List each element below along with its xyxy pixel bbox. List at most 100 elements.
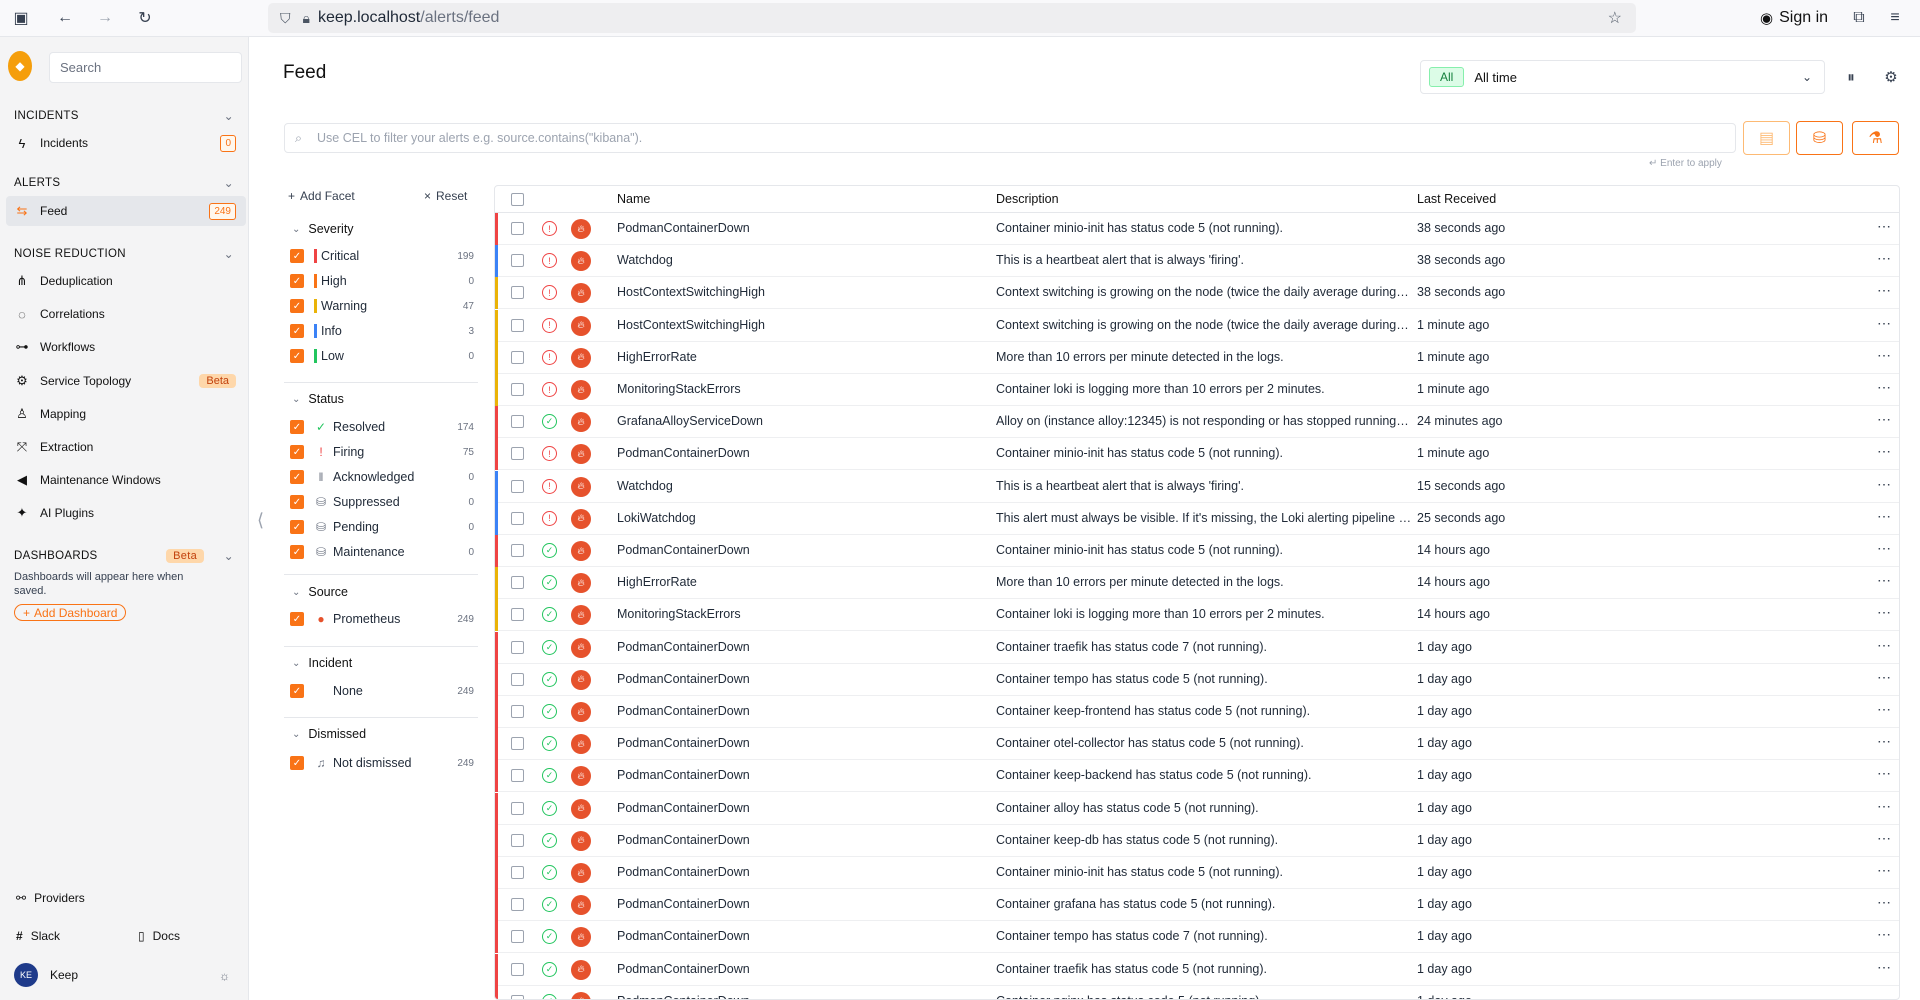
menu-icon[interactable]: ≡: [1882, 5, 1908, 31]
row-checkbox[interactable]: [511, 350, 524, 364]
more-actions-icon[interactable]: ⋯: [1877, 218, 1892, 235]
table-row[interactable]: ✓ 🔥︎ PodmanContainerDown Container keep-fro…: [495, 696, 1899, 728]
reset-facets-button[interactable]: × Reset: [424, 189, 467, 203]
more-actions-icon[interactable]: ⋯: [1877, 315, 1892, 332]
row-checkbox[interactable]: [511, 318, 524, 332]
facet-option[interactable]: ✓ None 249: [290, 680, 476, 702]
row-checkbox[interactable]: [511, 415, 524, 429]
more-actions-icon[interactable]: ⋯: [1877, 637, 1892, 654]
search-input[interactable]: Search: [49, 52, 242, 83]
saved-presets-button[interactable]: ⛁: [1796, 121, 1843, 155]
table-row[interactable]: ! 🔥︎ HostContextSwitchingHigh Context switc…: [495, 309, 1899, 342]
time-range-select[interactable]: All All time ⌄: [1420, 60, 1825, 94]
row-checkbox[interactable]: [511, 769, 524, 783]
checkbox-checked[interactable]: ✓: [290, 299, 304, 313]
checkbox-checked[interactable]: ✓: [290, 274, 304, 288]
row-checkbox[interactable]: [511, 608, 524, 622]
more-actions-icon[interactable]: ⋯: [1877, 379, 1892, 396]
row-checkbox[interactable]: [511, 222, 524, 235]
bookmark-star-icon[interactable]: ☆: [1608, 8, 1622, 28]
table-row[interactable]: ✓ 🔥︎ PodmanContainerDown Container minio-in…: [495, 535, 1899, 567]
sign-in-button[interactable]: ◉ Sign in: [1752, 5, 1836, 31]
sidebar-item-deduplication[interactable]: ⋔ Deduplication: [0, 266, 246, 296]
sidebar-item-maintenance-windows[interactable]: ◀ Maintenance Windows: [0, 465, 246, 495]
checkbox-checked[interactable]: ✓: [290, 445, 304, 459]
address-bar[interactable]: ⛉ 🔒︎ keep.localhost/alerts/feed ☆: [268, 3, 1636, 33]
more-actions-icon[interactable]: ⋯: [1877, 765, 1892, 782]
checkbox-checked[interactable]: ✓: [290, 495, 304, 509]
add-dashboard-button[interactable]: + Add Dashboard: [14, 604, 127, 621]
row-checkbox[interactable]: [511, 511, 524, 525]
add-facet-button[interactable]: + Add Facet: [288, 189, 355, 203]
sidebar-item-mapping[interactable]: ♙ Mapping: [0, 399, 246, 429]
row-checkbox[interactable]: [511, 930, 524, 944]
more-actions-icon[interactable]: ⋯: [1877, 604, 1892, 621]
row-checkbox[interactable]: [511, 898, 524, 912]
facet-option[interactable]: ✓ ♫ Not dismissed 249: [290, 752, 476, 774]
checkbox-checked[interactable]: ✓: [290, 756, 304, 770]
more-actions-icon[interactable]: ⋯: [1877, 669, 1892, 686]
providers-link[interactable]: ⚯ Providers: [16, 891, 85, 905]
checkbox-checked[interactable]: ✓: [290, 612, 304, 626]
column-header-description[interactable]: Description: [996, 192, 1059, 206]
more-actions-icon[interactable]: ⋯: [1877, 830, 1892, 847]
row-checkbox[interactable]: [511, 994, 524, 999]
facet-option[interactable]: ✓ ⛁ Suppressed 0: [290, 491, 476, 513]
sidebar-item-ai-plugins[interactable]: ✦ AI Plugins: [0, 498, 246, 528]
table-row[interactable]: ✓ 🔥︎ PodmanContainerDown Container keep-bac…: [495, 760, 1899, 793]
table-row[interactable]: ✓ 🔥︎ PodmanContainerDown Container alloy ha…: [495, 792, 1899, 825]
ai-explore-button[interactable]: ⚗: [1852, 121, 1899, 155]
time-all-pill[interactable]: All: [1429, 67, 1465, 87]
more-actions-icon[interactable]: ⋯: [1877, 798, 1892, 815]
incidents-section-header[interactable]: INCIDENTS ⌄: [14, 109, 234, 123]
facet-group-incident[interactable]: ⌄ Incident: [292, 656, 352, 670]
row-checkbox[interactable]: [511, 705, 524, 718]
facet-option[interactable]: ✓ ● Prometheus 249: [290, 608, 476, 630]
column-header-last-received[interactable]: Last Received: [1417, 192, 1496, 206]
forward-icon[interactable]: →: [92, 5, 118, 31]
more-actions-icon[interactable]: ⋯: [1877, 508, 1892, 525]
more-actions-icon[interactable]: ⋯: [1877, 347, 1892, 364]
more-actions-icon[interactable]: ⋯: [1877, 572, 1892, 589]
sidebar-item-extraction[interactable]: ⤧ Extraction: [0, 432, 246, 462]
more-actions-icon[interactable]: ⋯: [1877, 411, 1892, 428]
table-row[interactable]: ✓ 🔥︎ PodmanContainerDown Container nginx ha…: [495, 985, 1899, 999]
save-filter-button[interactable]: ▤: [1743, 121, 1790, 155]
row-checkbox[interactable]: [511, 866, 524, 879]
table-row[interactable]: ✓ 🔥︎ PodmanContainerDown Container traefik …: [495, 953, 1899, 986]
facet-option[interactable]: ✓ ✓ Resolved 174: [290, 416, 476, 438]
more-actions-icon[interactable]: ⋯: [1877, 733, 1892, 750]
theme-toggle-icon[interactable]: ☼: [219, 969, 230, 983]
facet-option[interactable]: ✓ High 0: [290, 270, 476, 292]
sidebar-item-workflows[interactable]: ⊶ Workflows: [0, 332, 246, 362]
more-actions-icon[interactable]: ⋯: [1877, 476, 1892, 493]
keep-logo[interactable]: ◆: [8, 51, 32, 81]
docs-link[interactable]: ▯ Docs: [138, 929, 180, 943]
more-actions-icon[interactable]: ⋯: [1877, 443, 1892, 460]
table-row[interactable]: ✓ 🔥︎ HighErrorRate More than 10 errors per …: [495, 567, 1899, 600]
more-actions-icon[interactable]: ⋯: [1877, 926, 1892, 943]
row-checkbox[interactable]: [511, 833, 524, 847]
table-row[interactable]: ✓ 🔥︎ PodmanContainerDown Container minio-in…: [495, 857, 1899, 889]
more-actions-icon[interactable]: ⋯: [1877, 540, 1892, 557]
checkbox-checked[interactable]: ✓: [290, 420, 304, 434]
table-row[interactable]: ! 🔥︎ PodmanContainerDown Container minio-in…: [495, 213, 1899, 245]
checkbox-checked[interactable]: ✓: [290, 545, 304, 559]
facet-group-source[interactable]: ⌄ Source: [292, 585, 348, 599]
more-actions-icon[interactable]: ⋯: [1877, 894, 1892, 911]
alerts-section-header[interactable]: ALERTS ⌄: [14, 176, 234, 190]
table-row[interactable]: ✓ 🔥︎ MonitoringStackErrors Container loki i…: [495, 599, 1899, 632]
reload-icon[interactable]: ↻: [132, 5, 158, 31]
row-checkbox[interactable]: [511, 479, 524, 493]
facet-option[interactable]: ✓ Critical 199: [290, 245, 476, 267]
facet-option[interactable]: ✓! Firing 75: [290, 441, 476, 463]
facet-option[interactable]: ✓ Warning 47: [290, 295, 476, 317]
cel-filter-input[interactable]: ⌕ Use CEL to filter your alerts e.g. sou…: [284, 123, 1736, 153]
sidebar-item-service-topology[interactable]: ⚙ Service Topology Beta: [0, 366, 246, 396]
row-checkbox[interactable]: [511, 254, 524, 268]
table-row[interactable]: ✓ 🔥︎ PodmanContainerDown Container traefik …: [495, 631, 1899, 664]
facet-option[interactable]: ✓ Info 3: [290, 320, 476, 342]
more-actions-icon[interactable]: ⋯: [1877, 282, 1892, 299]
table-row[interactable]: ✓ 🔥︎ PodmanContainerDown Container otel-col…: [495, 728, 1899, 761]
settings-button[interactable]: ⚙: [1876, 62, 1906, 92]
